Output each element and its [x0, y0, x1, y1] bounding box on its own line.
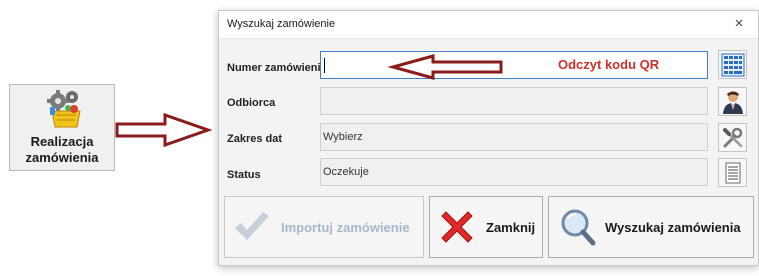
- tools-button[interactable]: [718, 123, 747, 152]
- magnifier-icon: [561, 209, 596, 246]
- tools-icon: [723, 127, 743, 148]
- qr-scan-hint: Odczyt kodu QR: [558, 57, 660, 72]
- date-range-label: Zakres dat: [227, 133, 283, 145]
- import-order-button[interactable]: Importuj zamówienie: [224, 196, 424, 258]
- recipient-label: Odbiorca: [227, 97, 276, 109]
- gears-basket-icon: [44, 87, 84, 131]
- red-x-icon: [441, 211, 473, 243]
- date-range-value: Wybierz: [323, 131, 363, 143]
- close-button[interactable]: Zamknij: [429, 196, 543, 258]
- title-bar: Wyszukaj zamówienie ×: [219, 11, 758, 39]
- import-order-label: Importuj zamówienie: [281, 220, 410, 235]
- checkmark-icon: [235, 212, 269, 240]
- keypad-icon: [721, 53, 745, 77]
- search-orders-button[interactable]: Wyszukaj zamówienia: [548, 196, 754, 258]
- recipient-field[interactable]: [320, 87, 708, 115]
- close-icon[interactable]: ×: [730, 14, 748, 34]
- status-label: Status: [227, 169, 261, 181]
- dialog-title: Wyszukaj zamówienie: [227, 18, 336, 30]
- search-order-dialog: Wyszukaj zamówienie × Numer zamówienia O…: [218, 10, 759, 266]
- keypad-button[interactable]: [718, 50, 747, 79]
- list-icon: [725, 162, 741, 184]
- tile-label: Realizacja zamówienia: [25, 134, 99, 165]
- search-orders-label: Wyszukaj zamówienia: [605, 220, 741, 235]
- status-value: Oczekuje: [323, 166, 369, 178]
- select-recipient-button[interactable]: [718, 87, 747, 116]
- close-label: Zamknij: [486, 220, 536, 235]
- status-field[interactable]: Oczekuje: [320, 158, 708, 186]
- text-caret: [324, 58, 325, 73]
- order-number-label: Numer zamówienia: [227, 62, 327, 74]
- pointer-arrow-right: [115, 112, 213, 148]
- person-icon: [723, 91, 743, 114]
- status-list-button[interactable]: [718, 158, 747, 187]
- date-range-field[interactable]: Wybierz: [320, 123, 708, 151]
- realizacja-zamowienia-tile[interactable]: Realizacja zamówienia: [9, 84, 115, 171]
- pointer-arrow-left: [387, 54, 503, 80]
